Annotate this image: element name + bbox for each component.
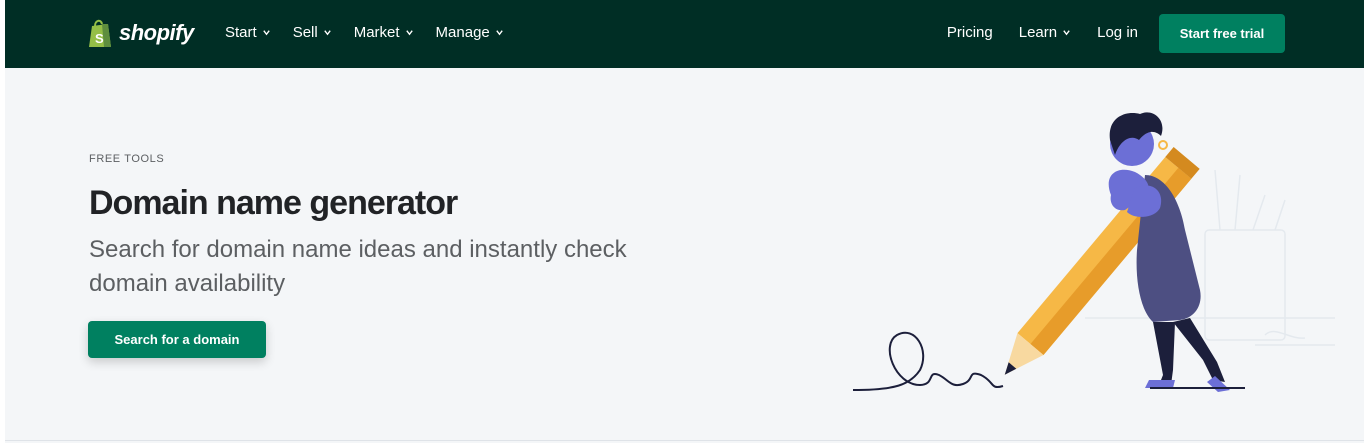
nav-item-label: Learn: [1018, 24, 1058, 41]
nav-item-learn[interactable]: Learn: [1019, 24, 1071, 41]
chevron-down-icon: [1063, 30, 1070, 36]
primary-nav: Start Sell Market Manage: [225, 24, 504, 41]
page-title: Domain name generator: [89, 184, 458, 222]
search-for-domain-button[interactable]: Search for a domain: [88, 321, 266, 358]
nav-item-market[interactable]: Market: [354, 24, 414, 41]
shopify-logo[interactable]: S shopify: [87, 17, 194, 49]
chevron-down-icon: [405, 30, 413, 36]
chevron-down-icon: [323, 30, 331, 36]
nav-item-manage[interactable]: Manage: [436, 24, 504, 41]
eyebrow-label: FREE TOOLS: [89, 153, 165, 165]
shopping-bag-icon: S: [89, 19, 111, 47]
start-free-trial-button[interactable]: Start free trial: [1159, 14, 1285, 53]
nav-item-log-in[interactable]: Log in: [1097, 24, 1138, 41]
chevron-down-icon: [262, 30, 270, 36]
svg-text:S: S: [95, 31, 104, 46]
page: S shopify Start Sell Market Manage Prici…: [5, 0, 1364, 443]
top-navbar: S shopify Start Sell Market Manage Prici…: [5, 0, 1364, 68]
secondary-nav: Pricing Learn Log in: [947, 24, 1138, 41]
nav-item-label: Sell: [292, 24, 318, 41]
page-subtitle: Search for domain name ideas and instant…: [89, 236, 627, 297]
nav-item-label: Start: [225, 24, 257, 41]
nav-item-label: Manage: [435, 24, 490, 41]
nav-item-start[interactable]: Start: [225, 24, 271, 41]
nav-item-label: Market: [353, 24, 400, 41]
nav-item-pricing[interactable]: Pricing: [947, 24, 993, 41]
section-divider: [5, 440, 1364, 441]
nav-item-label: Pricing: [946, 24, 993, 41]
chevron-down-icon: [496, 30, 503, 36]
nav-item-sell[interactable]: Sell: [293, 24, 332, 41]
person-with-giant-pencil-illustration: [852, 112, 1335, 392]
nav-item-label: Log in: [1097, 24, 1138, 41]
logo-wordmark: shopify: [119, 20, 194, 45]
